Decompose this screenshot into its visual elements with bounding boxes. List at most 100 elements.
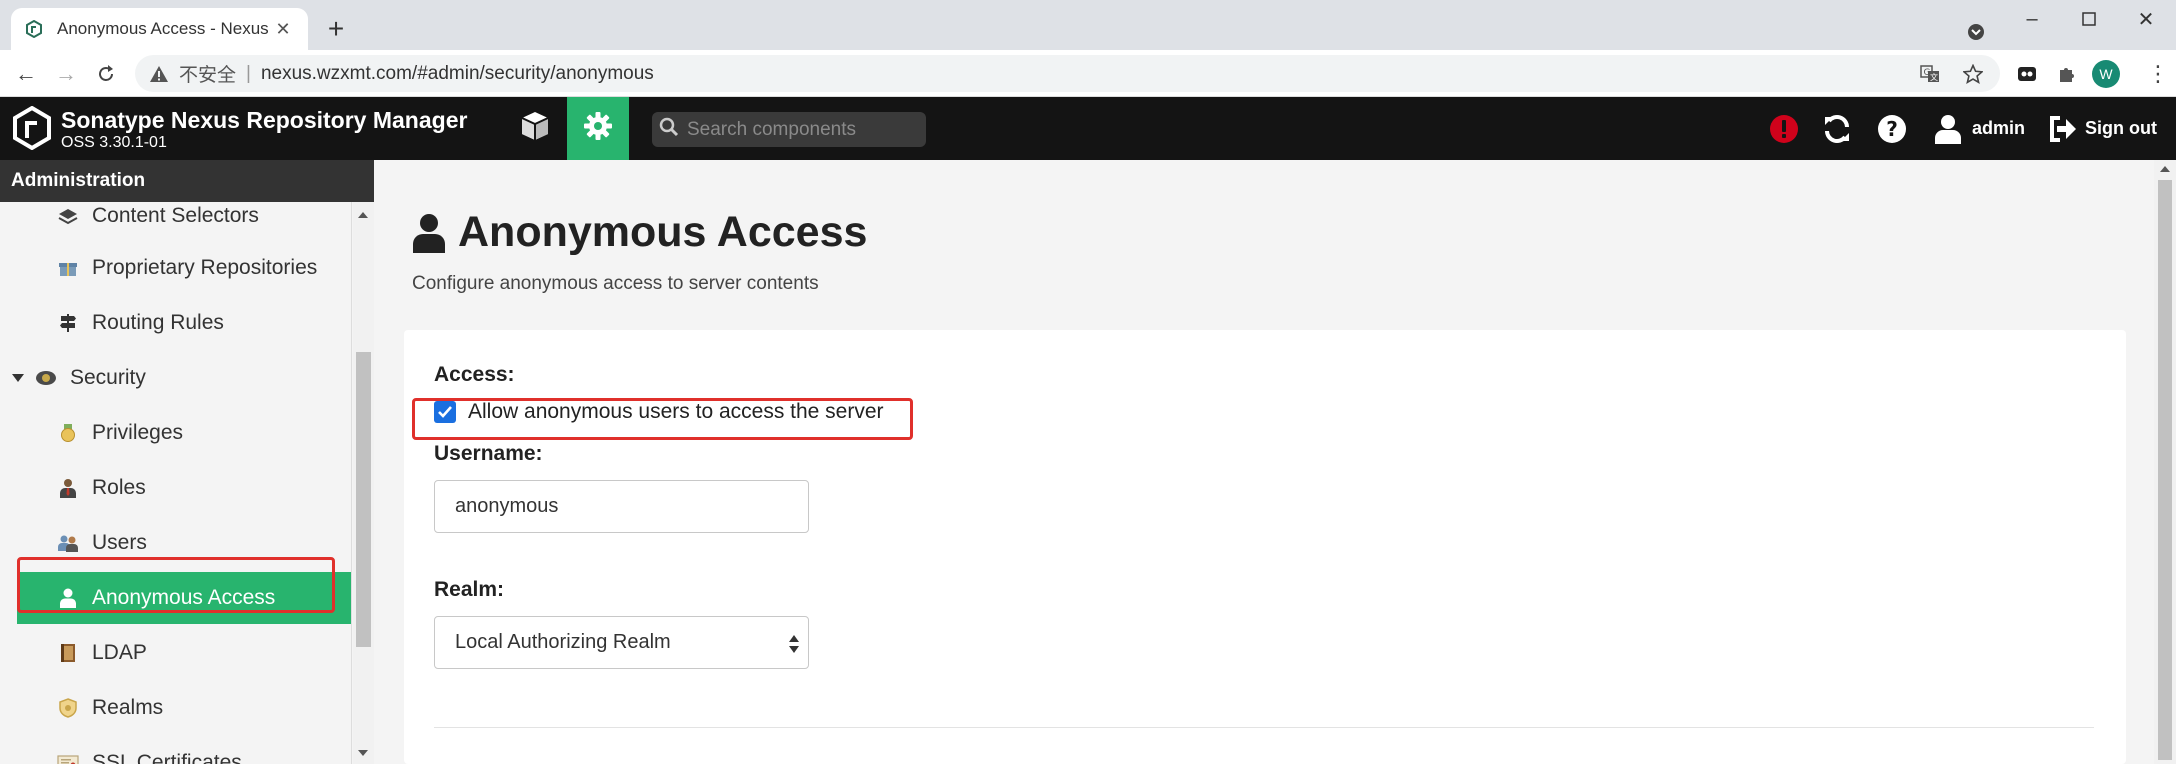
scroll-up-icon[interactable] xyxy=(358,212,368,218)
user-icon xyxy=(412,213,446,253)
app-version: OSS 3.30.1-01 xyxy=(61,134,167,151)
scroll-up-icon[interactable] xyxy=(2160,166,2170,172)
sidebar-item-label: Roles xyxy=(92,476,146,499)
sidebar-tree: Content Selectors Proprietary Repositori… xyxy=(0,202,352,764)
sidebar-item-content-selectors[interactable]: Content Selectors xyxy=(0,202,351,242)
translate-icon[interactable]: G文 xyxy=(1915,55,1945,92)
scroll-down-icon[interactable] xyxy=(358,750,368,756)
tab-title: Anonymous Access - Nexus Re xyxy=(57,19,272,38)
certificate-icon xyxy=(56,751,80,764)
url-separator: | xyxy=(246,62,251,84)
sidebar-heading: Administration xyxy=(0,160,374,202)
sidebar-item-label: Realms xyxy=(92,696,164,719)
sidebar-scrollbar[interactable] xyxy=(353,202,374,764)
profile-avatar[interactable]: W xyxy=(2092,60,2120,88)
user-icon xyxy=(1934,114,1962,144)
user-menu[interactable]: admin xyxy=(1934,97,2025,160)
admin-sidebar: Administration Content Selectors Proprie… xyxy=(0,160,374,764)
signpost-icon xyxy=(56,311,80,335)
sign-out-button[interactable]: Sign out xyxy=(2049,97,2157,160)
form-divider xyxy=(434,727,2094,728)
component-search[interactable] xyxy=(652,112,926,147)
access-label: Access: xyxy=(434,363,515,386)
more-menu-icon[interactable]: ⋮ xyxy=(2144,60,2172,88)
sidebar-item-label: Content Selectors xyxy=(92,204,259,227)
sidebar-item-privileges[interactable]: Privileges xyxy=(0,407,351,459)
help-icon[interactable]: ? xyxy=(1873,110,1911,148)
nexus-favicon-icon xyxy=(25,20,43,38)
username-label: admin xyxy=(1972,118,2026,138)
svg-text:文: 文 xyxy=(1930,72,1938,82)
user-tie-icon xyxy=(56,476,80,500)
warning-icon[interactable] xyxy=(149,64,169,84)
realm-select[interactable]: Local Authorizing Realm xyxy=(434,616,809,669)
sidebar-item-label: Routing Rules xyxy=(92,311,224,334)
book-icon xyxy=(56,641,80,665)
sign-out-icon xyxy=(2049,115,2077,142)
browser-tab-bar: Anonymous Access - Nexus Re ✕ + – ✕ xyxy=(0,0,2176,50)
puzzle-icon[interactable] xyxy=(2051,58,2083,90)
refresh-icon[interactable] xyxy=(1818,110,1856,148)
browse-mode-button[interactable] xyxy=(505,97,565,160)
admin-mode-button[interactable] xyxy=(567,97,629,160)
window-close-icon[interactable]: ✕ xyxy=(2126,4,2166,34)
main-scrollbar[interactable] xyxy=(2154,160,2176,764)
insecure-label[interactable]: 不安全 xyxy=(179,60,236,87)
sidebar-item-label: LDAP xyxy=(92,641,147,664)
sidebar-item-label: Security xyxy=(70,366,146,389)
address-bar-row: ← → 不安全 | nexus.wzxmt.com/#admin/securit… xyxy=(0,50,2176,97)
main-scroll-thumb[interactable] xyxy=(2158,180,2172,760)
main-content: Anonymous Access Configure anonymous acc… xyxy=(374,160,2154,764)
tab-search-icon[interactable] xyxy=(1962,18,1990,46)
sidebar-scroll-thumb[interactable] xyxy=(356,352,371,647)
close-icon[interactable]: ✕ xyxy=(272,18,294,40)
realm-select-value: Local Authorizing Realm xyxy=(455,631,671,653)
back-icon[interactable]: ← xyxy=(10,58,42,90)
url-text[interactable]: nexus.wzxmt.com/#admin/security/anonymou… xyxy=(261,63,654,85)
sidebar-item-label: SSL Certificates xyxy=(92,751,242,764)
extension-icon[interactable] xyxy=(2011,58,2043,90)
medal-icon xyxy=(56,421,80,445)
layers-icon xyxy=(56,204,80,228)
sidebar-item-proprietary-repositories[interactable]: Proprietary Repositories xyxy=(0,242,351,294)
gear-icon xyxy=(582,110,614,147)
page-subtitle: Configure anonymous access to server con… xyxy=(412,273,819,294)
reload-icon[interactable] xyxy=(90,58,122,90)
gift-icon xyxy=(56,256,80,280)
app-title: Sonatype Nexus Repository Manager xyxy=(61,107,468,133)
sidebar-item-security[interactable]: Security xyxy=(0,352,351,404)
sidebar-item-roles[interactable]: Roles xyxy=(0,462,351,514)
cube-icon xyxy=(519,110,551,147)
annotation-highlight-checkbox xyxy=(412,398,913,440)
search-icon xyxy=(659,117,679,142)
omnibox[interactable]: 不安全 | nexus.wzxmt.com/#admin/security/an… xyxy=(135,55,2000,92)
maximize-icon[interactable] xyxy=(2069,4,2109,34)
new-tab-icon[interactable]: + xyxy=(320,13,352,45)
sidebar-item-realms[interactable]: Realms xyxy=(0,682,351,734)
sidebar-item-ldap[interactable]: LDAP xyxy=(0,627,351,679)
users-icon xyxy=(56,531,80,555)
page-header: Anonymous Access xyxy=(412,208,867,257)
select-arrows-icon xyxy=(788,633,800,655)
browser-tab[interactable]: Anonymous Access - Nexus Re ✕ xyxy=(11,8,308,50)
annotation-highlight-sidebar xyxy=(17,557,335,613)
app-header: Sonatype Nexus Repository Manager OSS 3.… xyxy=(0,97,2176,162)
svg-text:?: ? xyxy=(1886,117,1898,141)
forward-icon[interactable]: → xyxy=(50,58,82,90)
badge-icon xyxy=(34,366,58,390)
sidebar-item-routing-rules[interactable]: Routing Rules xyxy=(0,297,351,349)
realm-label: Realm: xyxy=(434,578,505,601)
shield-icon xyxy=(56,696,80,720)
sidebar-item-label: Users xyxy=(92,531,147,554)
alert-icon[interactable] xyxy=(1765,110,1803,148)
settings-form: Access: Allow anonymous users to access … xyxy=(404,330,2126,764)
username-label: Username: xyxy=(434,442,543,465)
username-field[interactable]: anonymous xyxy=(434,480,809,533)
minimize-icon[interactable]: – xyxy=(2012,4,2052,34)
sidebar-item-ssl-certificates[interactable]: SSL Certificates xyxy=(0,737,351,764)
search-input[interactable] xyxy=(687,118,917,141)
page-title: Anonymous Access xyxy=(458,208,868,256)
star-icon[interactable] xyxy=(1958,55,1988,92)
chevron-down-icon[interactable] xyxy=(12,373,26,383)
nexus-logo-icon[interactable] xyxy=(12,105,52,151)
